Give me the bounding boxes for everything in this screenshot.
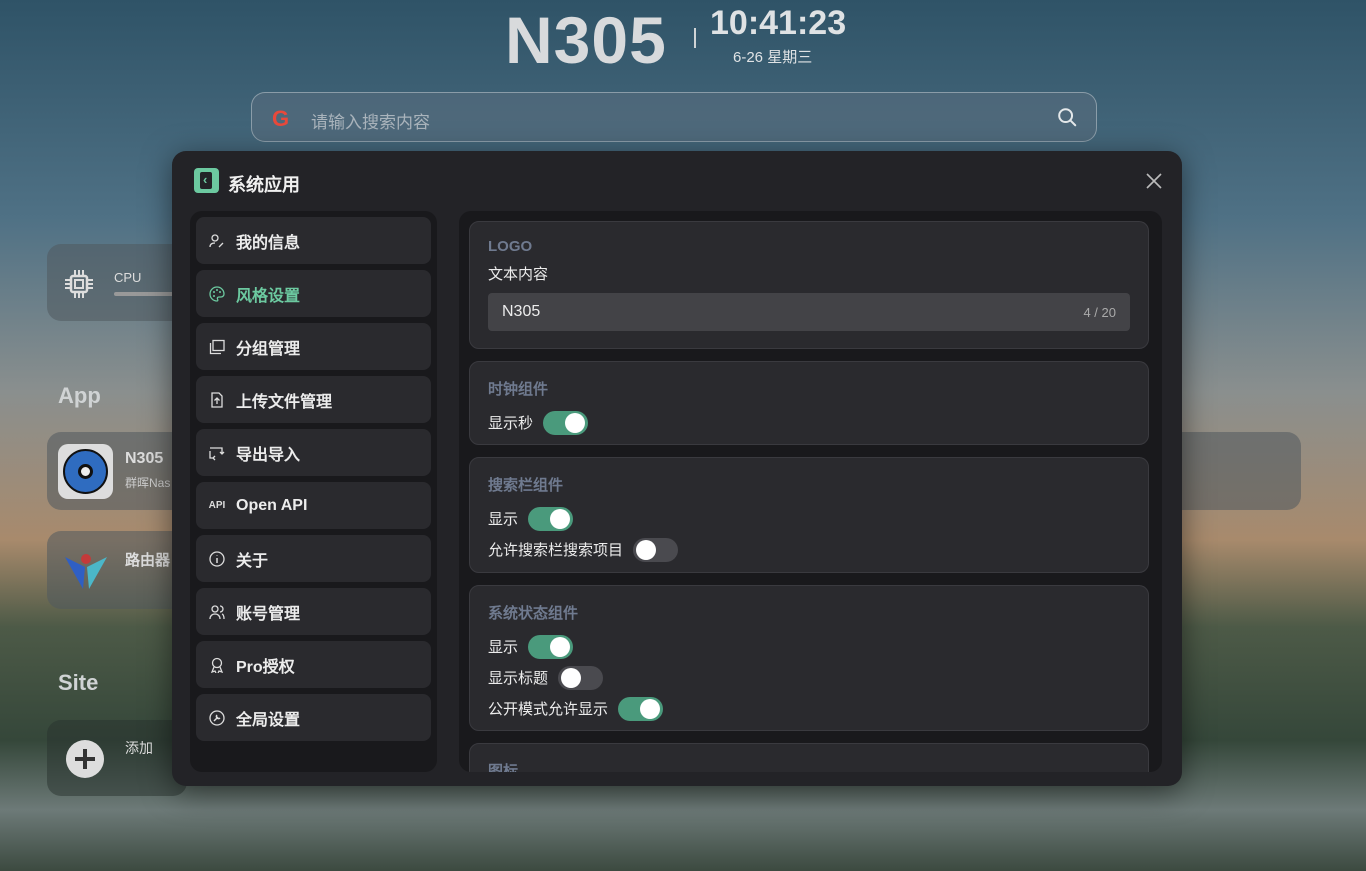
users-icon [208,603,226,621]
app-title: N305 [125,450,164,467]
toggle-label: 显示标题 [488,670,549,687]
toggle-label: 公开模式允许显示 [488,701,609,718]
transfer-icon [208,444,226,462]
app-subtitle: 群晖Nas [125,476,171,490]
clock-date: 6-26 星期三 [733,49,813,66]
status-show-toggle[interactable] [528,634,574,659]
sidebar-item-label: 关于 [236,552,269,570]
card-title: 搜索栏组件 [488,477,564,494]
sidebar-item-accounts[interactable]: 账号管理 [196,588,431,635]
sidebar-item-my-info[interactable]: 我的信息 [196,217,431,264]
google-icon[interactable]: G [272,106,289,132]
chip-icon [65,270,93,298]
char-count: 4 / 20 [1083,304,1116,320]
file-upload-icon [208,391,226,409]
sidebar-item-pro[interactable]: Pro授权 [196,641,431,688]
allow-search-toggle[interactable] [633,537,679,562]
toggle-label: 显示秒 [488,415,534,432]
search-card: 搜索栏组件 显示 允许搜索栏搜索项目 [469,457,1149,573]
status-card: 系统状态组件 显示 显示标题 公开模式允许显示 [469,585,1149,731]
search-input[interactable]: 请输入搜索内容 [311,108,430,133]
sidebar-item-label: 导出导入 [236,446,301,464]
sidebar-item-label: Open API [236,496,308,514]
info-icon [208,550,226,568]
sidebar-item-label: 分组管理 [236,340,301,358]
card-title: LOGO [488,238,533,255]
user-edit-icon [208,232,226,250]
settings-icon [208,709,226,727]
public-show-toggle[interactable] [618,696,664,721]
search-bar[interactable]: G 请输入搜索内容 [251,92,1097,142]
toggle-label: 允许搜索栏搜索项目 [488,542,624,559]
sidebar-item-label: 全局设置 [236,711,301,729]
cpu-label: CPU [114,270,142,285]
search-icon[interactable] [1056,106,1078,128]
app-card[interactable]: N305 群晖Nas [47,432,187,510]
sidebar-item-uploads[interactable]: 上传文件管理 [196,376,431,423]
card-title: 系统状态组件 [488,605,579,622]
toggle-label: 显示 [488,511,519,528]
site-heading: Site [58,670,99,695]
logo-text-input[interactable]: N305 4 / 20 [488,293,1130,331]
sidebar-item-label: 风格设置 [236,287,301,305]
add-label: 添加 [125,740,153,756]
search-show-toggle[interactable] [528,506,574,531]
sidebar-item-label: 账号管理 [236,605,301,623]
icon-card: 图标 [469,743,1149,772]
field-label: 文本内容 [488,266,549,283]
sidebar-item-groups[interactable]: 分组管理 [196,323,431,370]
toggle-label: 显示 [488,639,519,656]
card-title: 时钟组件 [488,381,549,398]
sidebar-item-open-api[interactable]: API Open API [196,482,431,529]
cpu-widget: CPU [47,244,187,321]
modal-title: 系统应用 [228,175,300,195]
api-icon: API [208,500,226,511]
logo-card: LOGO 文本内容 N305 4 / 20 [469,221,1149,349]
sidebar-item-label: 我的信息 [236,234,301,252]
palette-icon [208,285,226,303]
sidebar-item-style[interactable]: 风格设置 [196,270,431,317]
award-icon [208,656,226,674]
system-apps-modal: ‹ 系统应用 我的信息 风格设置 分组管理 上传文件管理 导出导入 API Ope… [172,151,1182,786]
sidebar-item-label: 上传文件管理 [236,393,333,411]
divider [694,28,696,48]
show-seconds-toggle[interactable] [543,410,589,435]
sidebar-item-about[interactable]: 关于 [196,535,431,582]
add-site-card[interactable]: 添加 [47,720,187,796]
disc-icon [58,444,113,499]
plus-icon [66,740,104,778]
sidebar-item-import-export[interactable]: 导出导入 [196,429,431,476]
clock-card: 时钟组件 显示秒 [469,361,1149,445]
router-logo-icon [65,554,107,589]
settings-sidebar: 我的信息 风格设置 分组管理 上传文件管理 导出导入 API Open API 关… [190,211,437,772]
app-title: 路由器 [125,552,171,569]
app-card[interactable]: 路由器 [47,531,187,609]
logo-text: N305 [505,3,667,77]
layers-icon [208,338,226,356]
settings-content: LOGO 文本内容 N305 4 / 20 时钟组件 显示秒 搜索栏组件 显示 允… [459,211,1162,772]
clock-time: 10:41:23 [710,4,847,42]
sidebar-item-global-settings[interactable]: 全局设置 [196,694,431,741]
close-icon[interactable] [1144,171,1164,191]
input-value: N305 [502,303,541,320]
collapse-icon[interactable]: ‹ [194,168,219,193]
app-heading: App [58,383,101,408]
status-title-toggle[interactable] [558,665,604,690]
sidebar-item-label: Pro授权 [236,658,295,676]
card-title: 图标 [488,763,519,772]
